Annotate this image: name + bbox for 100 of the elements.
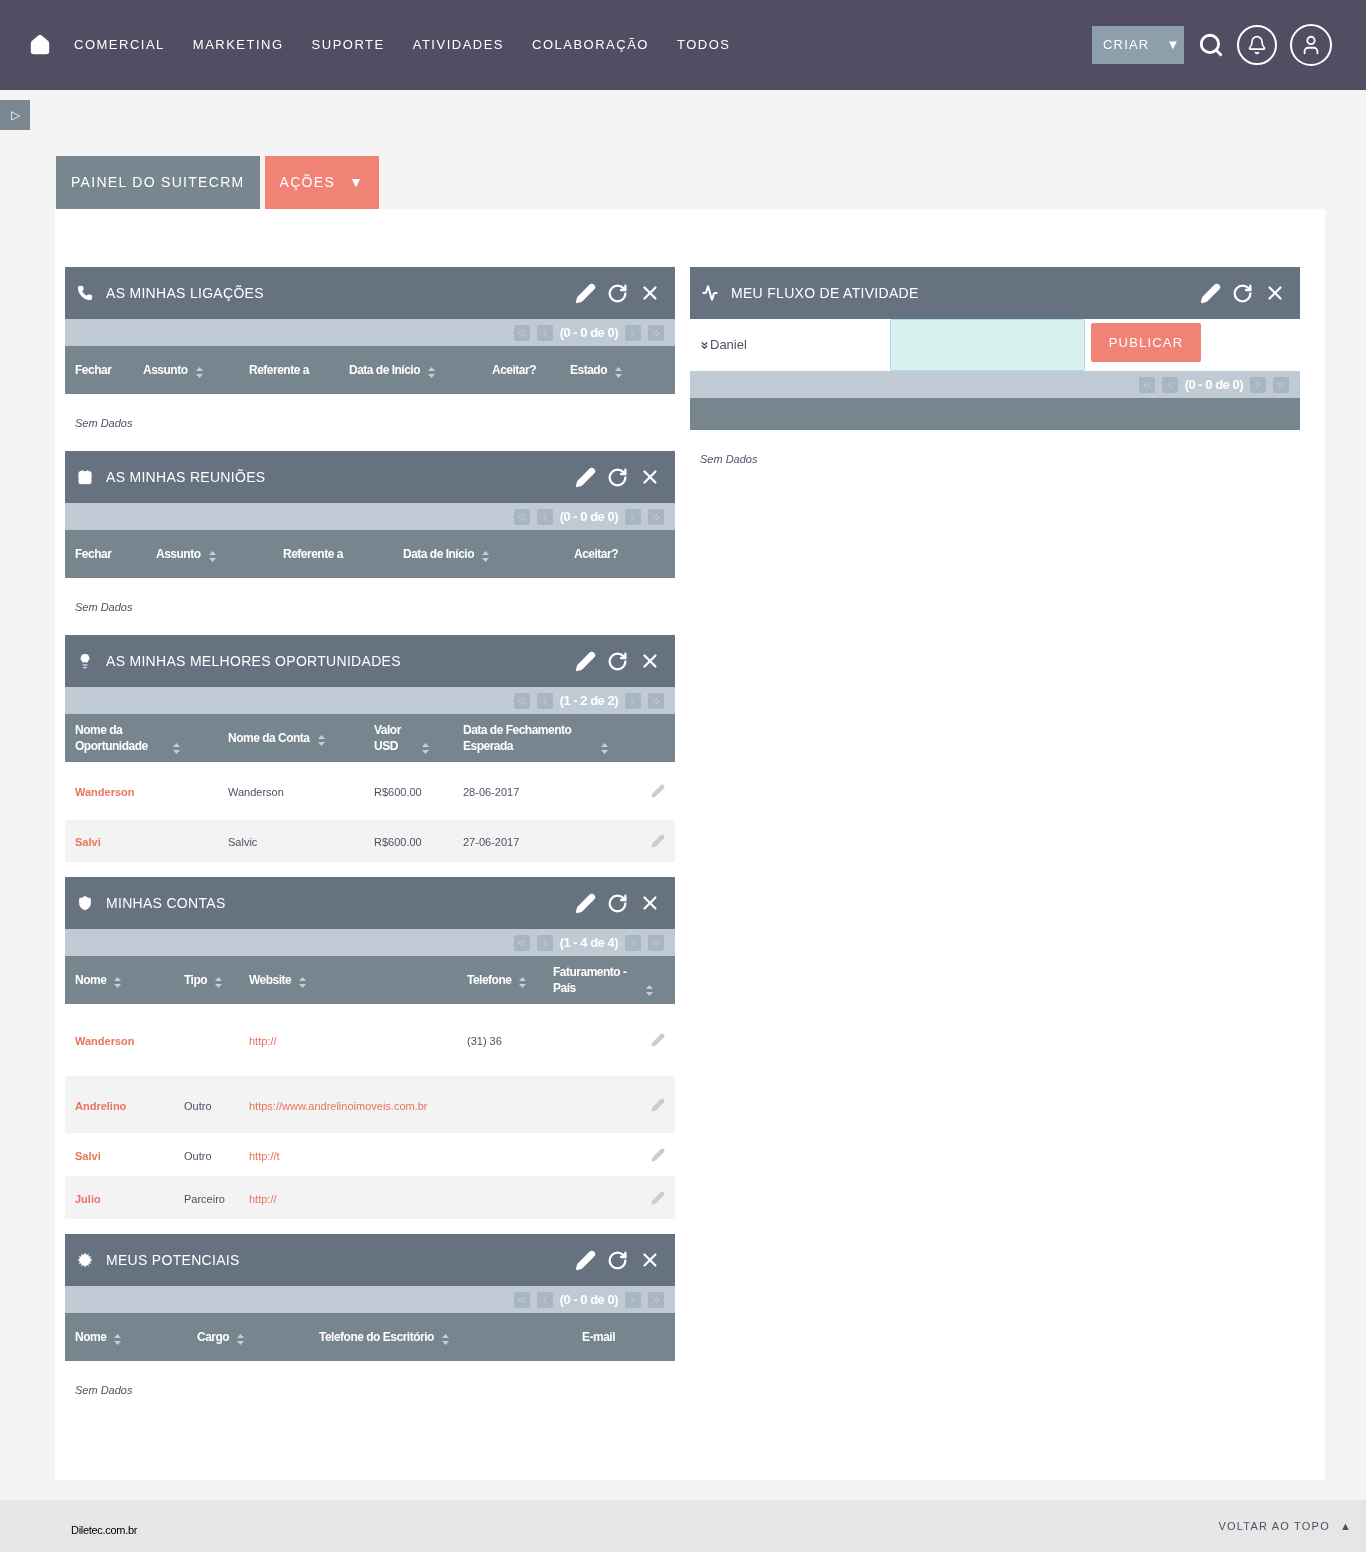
expand-icon[interactable] bbox=[699, 339, 710, 351]
sidebar-toggle[interactable]: ▷ bbox=[0, 100, 30, 130]
sort-icon[interactable] bbox=[195, 367, 203, 378]
sort-icon[interactable] bbox=[215, 977, 223, 988]
sort-icon[interactable] bbox=[237, 1334, 245, 1345]
create-button[interactable]: CRIAR ▼ bbox=[1092, 26, 1184, 64]
user-avatar[interactable] bbox=[1290, 24, 1332, 66]
sort-icon[interactable] bbox=[615, 367, 622, 378]
table-cell: Parceiro bbox=[184, 1192, 225, 1205]
column-header[interactable]: Aceitar? bbox=[574, 546, 619, 562]
table-link[interactable]: Salvi bbox=[75, 1149, 101, 1162]
column-header[interactable]: Fechar bbox=[75, 362, 112, 378]
first-page-icon[interactable] bbox=[513, 324, 530, 341]
column-header[interactable]: Nome da Conta bbox=[228, 730, 310, 746]
column-header[interactable]: Nome bbox=[75, 1329, 107, 1345]
table-link[interactable]: http://t bbox=[249, 1149, 280, 1162]
table-link[interactable]: http:// bbox=[249, 1192, 277, 1205]
nav-link[interactable]: ATIVIDADES bbox=[412, 35, 505, 55]
column-header[interactable]: Cargo bbox=[197, 1329, 230, 1345]
home-icon[interactable] bbox=[29, 34, 51, 56]
pagination-count: (0 - 0 de 0) bbox=[559, 323, 618, 342]
last-page-icon[interactable] bbox=[648, 324, 664, 341]
table-link[interactable]: Wanderson bbox=[75, 1035, 135, 1047]
dashlet-title: MEUS POTENCIAIS bbox=[106, 1250, 240, 1270]
first-page-icon[interactable] bbox=[513, 508, 530, 525]
sort-icon[interactable] bbox=[114, 977, 122, 988]
table-link[interactable]: Julio bbox=[75, 1192, 101, 1205]
sort-icon[interactable] bbox=[519, 977, 527, 988]
column-header[interactable]: Fechar bbox=[75, 546, 112, 562]
dashlet-title: AS MINHAS REUNIÕES bbox=[106, 467, 266, 487]
last-page-icon[interactable] bbox=[648, 692, 664, 709]
table-link[interactable]: Salvi bbox=[75, 836, 101, 848]
column-header[interactable]: Referente a bbox=[249, 362, 309, 378]
column-header[interactable]: Referente a bbox=[283, 546, 343, 562]
sort-icon[interactable] bbox=[173, 743, 180, 754]
dashboard-tab[interactable]: AÇÕES ▼ bbox=[264, 156, 380, 209]
column-header[interactable]: Faturamento - País bbox=[553, 964, 638, 996]
nav-link[interactable]: SUPORTE bbox=[311, 35, 385, 55]
column-header[interactable]: Telefone bbox=[467, 972, 512, 988]
nav-link[interactable]: COLABORAÇÃO bbox=[532, 35, 649, 55]
sort-icon[interactable] bbox=[317, 735, 325, 746]
column-header[interactable]: Estado bbox=[570, 362, 607, 378]
column-header[interactable]: E-mail bbox=[582, 1329, 615, 1345]
sort-icon[interactable] bbox=[601, 743, 608, 754]
table-link[interactable]: http:// bbox=[249, 1035, 277, 1047]
column-header[interactable]: Aceitar? bbox=[492, 362, 537, 378]
table-link[interactable]: Andrelino bbox=[75, 1099, 127, 1112]
sort-icon[interactable] bbox=[299, 977, 307, 988]
first-page-icon[interactable] bbox=[513, 934, 530, 951]
pagination-count: (1 - 4 de 4) bbox=[559, 933, 618, 952]
sort-icon[interactable] bbox=[646, 985, 653, 996]
nav-link[interactable]: COMERCIAL bbox=[74, 35, 165, 55]
last-page-icon[interactable] bbox=[1273, 376, 1289, 393]
column-header[interactable]: Nome bbox=[75, 972, 107, 988]
nav-link[interactable]: TODOS bbox=[676, 35, 731, 55]
back-to-top-link[interactable]: VOLTAR AO TOPO ▲ bbox=[1218, 1517, 1352, 1535]
column-header[interactable]: Data de Início bbox=[349, 362, 421, 378]
column-header[interactable]: Data de Início bbox=[403, 546, 475, 562]
sort-icon[interactable] bbox=[422, 743, 429, 754]
publish-button[interactable]: PUBLICAR bbox=[1091, 323, 1201, 362]
refresh-icon[interactable] bbox=[607, 1249, 628, 1271]
sort-icon[interactable] bbox=[208, 551, 216, 562]
refresh-icon[interactable] bbox=[607, 282, 628, 304]
column-header[interactable]: Assunto bbox=[143, 362, 188, 378]
lightbulb-icon bbox=[77, 653, 93, 669]
column-header[interactable]: Website bbox=[249, 972, 292, 988]
post-input-field[interactable] bbox=[890, 319, 1085, 371]
column-header[interactable]: Telefone do Escritório bbox=[319, 1329, 434, 1345]
column-header[interactable]: Assunto bbox=[156, 546, 201, 562]
column-header[interactable]: Data de Fechamento Esperada bbox=[463, 722, 593, 754]
sort-icon[interactable] bbox=[428, 367, 436, 378]
sort-icon[interactable] bbox=[441, 1334, 449, 1345]
search-icon[interactable] bbox=[1198, 32, 1224, 58]
sort-icon[interactable] bbox=[482, 551, 490, 562]
first-page-icon[interactable] bbox=[1138, 376, 1155, 393]
table-link[interactable]: Wanderson bbox=[75, 786, 135, 798]
refresh-icon[interactable] bbox=[607, 892, 628, 914]
last-page-icon[interactable] bbox=[648, 1291, 664, 1308]
last-page-icon[interactable] bbox=[648, 508, 664, 525]
notifications-button[interactable] bbox=[1237, 25, 1277, 65]
first-page-icon[interactable] bbox=[513, 1291, 530, 1308]
first-page-icon[interactable] bbox=[513, 692, 530, 709]
table-link[interactable]: https://www.andrelinoimoveis.com.br bbox=[249, 1099, 428, 1112]
column-header[interactable]: Valor USD bbox=[374, 722, 414, 754]
last-page-icon[interactable] bbox=[648, 934, 664, 951]
empty-message: Sem Dados bbox=[700, 453, 758, 465]
column-header[interactable]: Tipo bbox=[184, 972, 208, 988]
sort-icon[interactable] bbox=[114, 1334, 122, 1345]
nav-link[interactable]: MARKETING bbox=[192, 35, 284, 55]
dashlet-title: AS MINHAS MELHORES OPORTUNIDADES bbox=[106, 651, 401, 671]
activity-icon bbox=[702, 285, 718, 301]
table-cell: 27-06-2017 bbox=[463, 836, 520, 848]
empty-message: Sem Dados bbox=[75, 1384, 133, 1396]
dashboard-tab[interactable]: PAINEL DO SUITECRM bbox=[56, 156, 260, 209]
refresh-icon[interactable] bbox=[1232, 282, 1253, 304]
column-header[interactable]: Nome da Oportunidade bbox=[75, 722, 165, 754]
table-cell: (31) 36 bbox=[467, 1035, 502, 1047]
pagination-count: (0 - 0 de 0) bbox=[559, 1290, 618, 1309]
refresh-icon[interactable] bbox=[607, 466, 628, 488]
refresh-icon[interactable] bbox=[607, 650, 628, 672]
